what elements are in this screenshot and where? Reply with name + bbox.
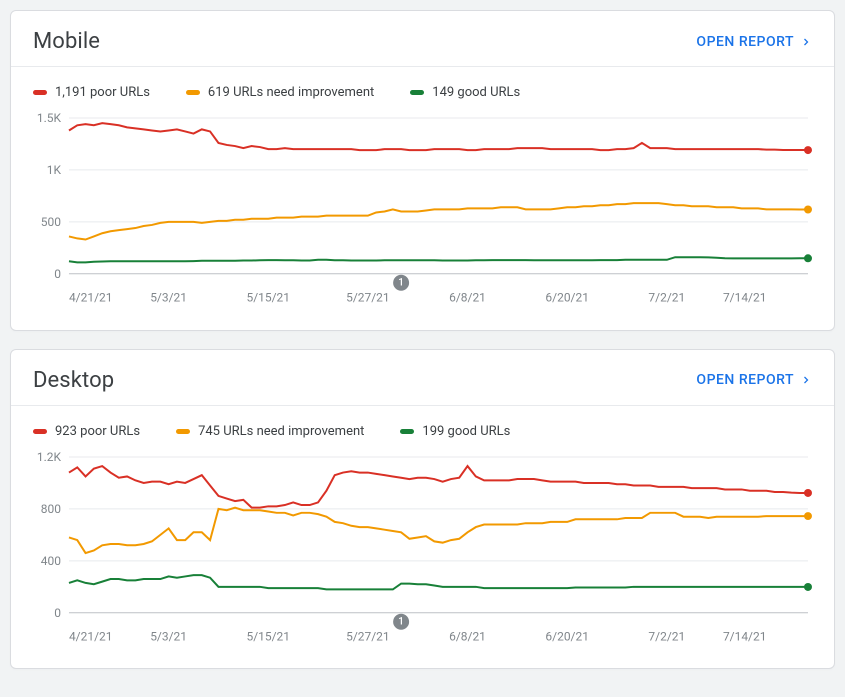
legend-label: 619 URLs need improvement [208,85,374,100]
chevron-right-icon [800,374,812,386]
series-line-good [69,257,808,262]
desktop-card: Desktop OPEN REPORT 923 poor URLs 745 URLs … [10,349,835,670]
y-tick-label: 0 [54,267,61,281]
legend-swatch-improve [186,90,200,95]
desktop-chart: 0 400 800 1.2K 4/21/21 5/3/21 5/15/21 5/27/21 6/… [11,447,834,669]
x-tick-label: 6/8/21 [449,629,486,643]
legend-label: 199 good URLs [422,424,510,439]
y-tick-label: 1.5K [37,111,62,125]
desktop-legend: 923 poor URLs 745 URLs need improvement 19… [11,406,834,447]
x-tick-label: 5/3/21 [150,629,187,643]
series-endpoint-improve [804,512,812,520]
x-tick-label: 4/21/21 [69,291,113,305]
legend-swatch-good [400,429,414,434]
legend-swatch-improve [176,429,190,434]
mobile-header: Mobile OPEN REPORT [11,11,834,66]
x-tick-label: 6/20/21 [545,629,589,643]
x-tick-label: 7/14/21 [723,291,767,305]
desktop-chart-svg: 0 400 800 1.2K 4/21/21 5/3/21 5/15/21 5/27/21 6/… [33,447,812,647]
y-tick-label: 0 [54,606,61,620]
legend-item-poor: 923 poor URLs [33,424,140,439]
legend-label: 149 good URLs [432,85,520,100]
x-tick-label: 6/20/21 [545,291,589,305]
x-tick-label: 7/14/21 [723,629,767,643]
legend-swatch-poor [33,429,47,434]
mobile-legend: 1,191 poor URLs 619 URLs need improvement… [11,67,834,108]
x-tick-label: 5/3/21 [150,291,187,305]
mobile-title: Mobile [33,29,100,54]
series-line-poor [69,466,808,508]
x-tick-label: 7/2/21 [648,291,685,305]
mobile-chart-svg: 0 500 1K 1.5K 4/21/21 5/3/21 5/15/21 5/27/21 6/8… [33,108,812,308]
legend-swatch-good [410,90,424,95]
chevron-right-icon [800,36,812,48]
open-report-label: OPEN REPORT [696,372,794,388]
mobile-chart: 0 500 1K 1.5K 4/21/21 5/3/21 5/15/21 5/27/21 6/8… [11,108,834,330]
mobile-card: Mobile OPEN REPORT 1,191 poor URLs 619 URLs… [10,10,835,331]
y-tick-label: 400 [41,554,61,568]
x-tick-label: 4/21/21 [69,629,113,643]
legend-label: 923 poor URLs [55,424,140,439]
x-tick-label: 7/2/21 [648,629,685,643]
series-endpoint-poor [804,146,812,154]
series-endpoint-improve [804,205,812,213]
desktop-open-report-link[interactable]: OPEN REPORT [696,372,812,388]
x-tick-label: 5/15/21 [246,291,290,305]
y-tick-label: 500 [41,215,61,229]
legend-label: 1,191 poor URLs [55,85,150,100]
y-tick-label: 800 [41,502,61,516]
desktop-title: Desktop [33,368,114,393]
legend-label: 745 URLs need improvement [198,424,364,439]
timeline-marker-label: 1 [398,616,404,627]
x-tick-label: 5/27/21 [346,629,390,643]
open-report-label: OPEN REPORT [696,34,794,50]
legend-item-improve: 619 URLs need improvement [186,85,374,100]
legend-item-good: 199 good URLs [400,424,510,439]
x-tick-label: 5/27/21 [346,291,390,305]
series-endpoint-good [804,254,812,262]
x-tick-label: 6/8/21 [449,291,486,305]
legend-item-poor: 1,191 poor URLs [33,85,150,100]
legend-item-improve: 745 URLs need improvement [176,424,364,439]
y-tick-label: 1K [47,163,62,177]
x-tick-label: 5/15/21 [246,629,290,643]
series-line-poor [69,123,808,150]
y-tick-label: 1.2K [37,450,62,464]
mobile-open-report-link[interactable]: OPEN REPORT [696,34,812,50]
timeline-marker-label: 1 [398,277,404,288]
series-endpoint-poor [804,489,812,497]
series-line-good [69,575,808,589]
series-endpoint-good [804,583,812,591]
legend-item-good: 149 good URLs [410,85,520,100]
legend-swatch-poor [33,90,47,95]
desktop-header: Desktop OPEN REPORT [11,350,834,405]
series-line-improve [69,507,808,552]
